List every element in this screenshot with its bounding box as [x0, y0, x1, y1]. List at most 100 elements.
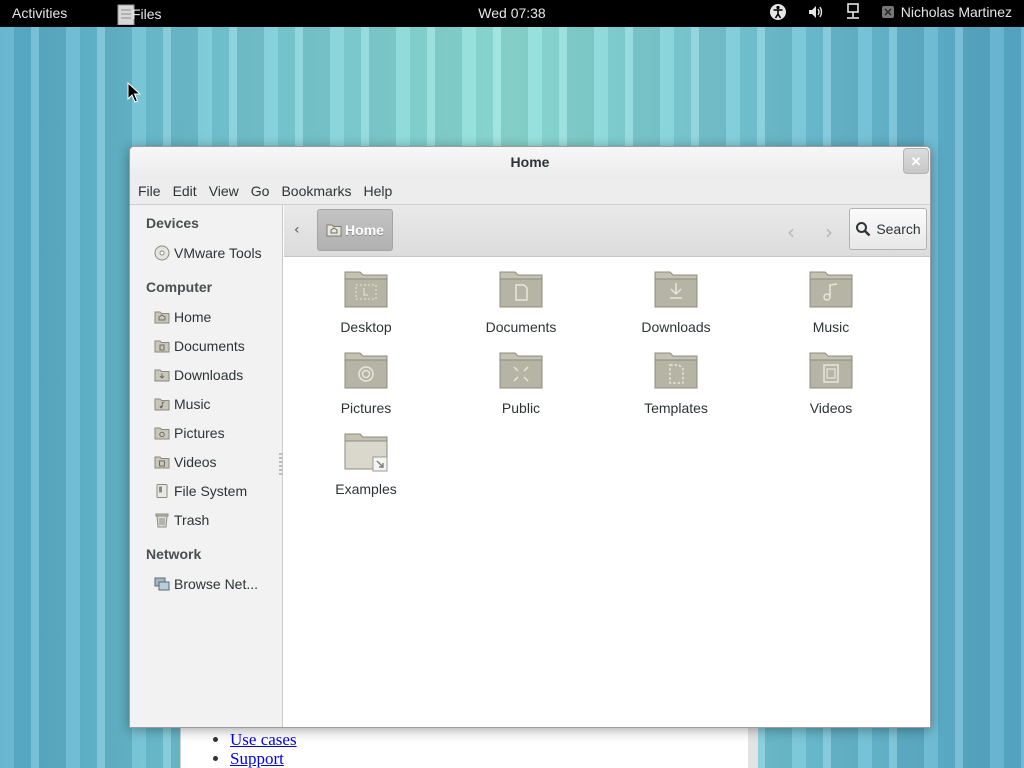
sidebar-item-label: Home: [174, 309, 212, 325]
menu-file[interactable]: File: [138, 183, 170, 199]
videos-folder-icon: [809, 352, 853, 389]
sidebar-item-label: Videos: [174, 454, 217, 470]
menubar: File Edit View Go Bookmarks Help: [130, 178, 930, 205]
sidebar-item-label: Music: [174, 396, 211, 412]
sidebar-item-label: Documents: [174, 338, 245, 354]
network-icon: [154, 577, 170, 591]
search-icon: [856, 222, 871, 237]
sidebar-item-pictures[interactable]: Pictures: [154, 425, 225, 441]
trash-icon: [155, 513, 169, 528]
file-item-downloads[interactable]: Downloads: [616, 264, 736, 335]
window-body: Devices VMware Tools Computer Home Docum…: [130, 205, 930, 727]
chat-status-icon: [881, 6, 894, 18]
mouse-pointer-icon: [127, 82, 141, 103]
drive-icon: [156, 484, 168, 498]
back-button[interactable]: ‹: [787, 220, 795, 244]
sidebar-item-label: Browse Net...: [174, 576, 259, 592]
close-icon: ✕: [910, 153, 922, 169]
sidebar-item-vmware-tools[interactable]: VMware Tools: [154, 245, 262, 261]
volume-icon[interactable]: [807, 3, 825, 21]
menu-go[interactable]: Go: [251, 183, 279, 199]
file-icon-grid: Desktop Documents Downloads Music Pictur…: [284, 257, 930, 727]
sidebar-item-browse-network[interactable]: Browse Net...: [154, 576, 258, 592]
support-link[interactable]: Support: [230, 749, 284, 768]
home-folder-icon: [326, 224, 342, 237]
music-folder-icon: [154, 398, 170, 411]
pictures-folder-icon: [154, 427, 170, 440]
path-bar-label: Home: [345, 222, 384, 238]
file-item-videos[interactable]: Videos: [771, 345, 891, 416]
file-item-desktop[interactable]: Desktop: [306, 264, 426, 335]
list-item: Support: [230, 749, 748, 768]
videos-folder-icon: [154, 456, 170, 469]
sidebar-item-home[interactable]: Home: [154, 309, 211, 325]
public-folder-icon: [499, 352, 543, 389]
file-item-pictures[interactable]: Pictures: [306, 345, 426, 416]
documents-folder-icon: [499, 271, 543, 308]
path-scroll-left-icon[interactable]: ‹: [294, 222, 300, 238]
templates-folder-icon: [654, 352, 698, 389]
places-sidebar: Devices VMware Tools Computer Home Docum…: [130, 205, 283, 727]
accessibility-icon[interactable]: [769, 3, 787, 21]
link-list: Use cases Support: [230, 726, 748, 768]
sidebar-item-trash[interactable]: Trash: [154, 512, 209, 528]
file-item-label: Examples: [335, 481, 397, 497]
file-item-documents[interactable]: Documents: [461, 264, 581, 335]
sidebar-item-music[interactable]: Music: [154, 396, 211, 412]
sidebar-section-devices: Devices: [146, 215, 199, 231]
list-item: Use cases: [230, 730, 748, 749]
sidebar-item-videos[interactable]: Videos: [154, 454, 217, 470]
user-menu[interactable]: Nicholas Martinez: [881, 4, 1012, 20]
file-item-public[interactable]: Public: [461, 345, 581, 416]
search-label: Search: [876, 221, 921, 237]
sidebar-item-label: VMware Tools: [174, 245, 262, 261]
desktop-folder-icon: [344, 271, 388, 308]
documents-folder-icon: [154, 340, 170, 353]
sidebar-item-label: Trash: [174, 512, 210, 528]
disc-icon: [154, 245, 170, 261]
file-item-label: Downloads: [641, 319, 711, 335]
close-button[interactable]: ✕: [903, 148, 929, 174]
background-browser-page: Use cases Support: [180, 726, 758, 768]
examples-link-folder-icon: [344, 433, 388, 472]
menu-help[interactable]: Help: [364, 183, 402, 199]
sidebar-item-label: Downloads: [174, 367, 244, 383]
system-tray: Nicholas Martinez: [769, 3, 1012, 21]
menu-view[interactable]: View: [209, 183, 248, 199]
menu-edit[interactable]: Edit: [173, 183, 206, 199]
network-status-icon[interactable]: [845, 3, 861, 21]
file-item-label: Templates: [644, 400, 708, 416]
file-item-label: Public: [501, 400, 541, 416]
window-title: Home: [510, 154, 550, 170]
file-item-label: Music: [812, 319, 850, 335]
downloads-folder-icon: [654, 271, 698, 308]
sidebar-section-computer: Computer: [146, 279, 213, 295]
sidebar-item-documents[interactable]: Documents: [154, 338, 245, 354]
window-titlebar[interactable]: Home ✕: [130, 147, 930, 178]
file-manager-window: Home ✕ File Edit View Go Bookmarks Help …: [129, 146, 931, 728]
sidebar-item-downloads[interactable]: Downloads: [154, 367, 243, 383]
music-folder-icon: [809, 271, 853, 308]
content-pane: ‹ Home ‹ › Search Desktop Documents Down…: [284, 205, 930, 727]
file-item-examples[interactable]: Examples: [306, 426, 426, 497]
sidebar-resize-handle[interactable]: [279, 453, 282, 477]
home-folder-icon: [154, 311, 170, 324]
forward-button[interactable]: ›: [825, 220, 833, 244]
sidebar-item-file-system[interactable]: File System: [154, 483, 247, 499]
sidebar-section-network: Network: [146, 546, 202, 562]
file-item-label: Desktop: [340, 319, 392, 335]
path-bar-home-button[interactable]: Home: [317, 209, 393, 251]
toolbar: ‹ Home ‹ › Search: [284, 205, 930, 257]
file-item-label: Videos: [809, 400, 853, 416]
file-item-label: Documents: [485, 319, 557, 335]
file-item-music[interactable]: Music: [771, 264, 891, 335]
search-button[interactable]: Search: [849, 208, 927, 250]
pictures-folder-icon: [344, 352, 388, 389]
use-cases-link[interactable]: Use cases: [230, 730, 297, 749]
file-item-label: Pictures: [340, 400, 392, 416]
user-name: Nicholas Martinez: [900, 4, 1012, 20]
menu-bookmarks[interactable]: Bookmarks: [281, 183, 360, 199]
top-panel: Activities Files Wed 07:38 Nicholas Mart…: [0, 0, 1024, 27]
sidebar-item-label: File System: [174, 483, 248, 499]
file-item-templates[interactable]: Templates: [616, 345, 736, 416]
